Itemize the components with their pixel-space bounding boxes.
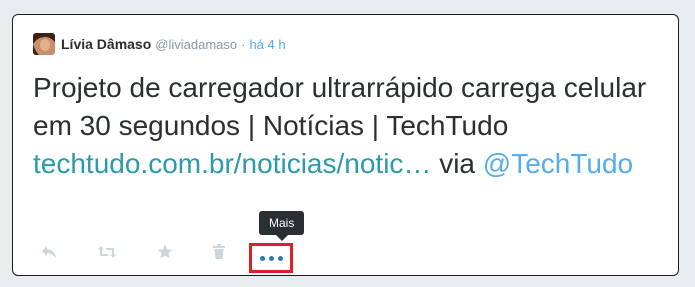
author-name[interactable]: Lívia Dâmaso — [61, 36, 151, 52]
author-handle[interactable]: @liviadamaso — [155, 37, 237, 52]
trash-icon — [213, 244, 225, 264]
tweet-body: Projeto de carregador ultrarrápido carre… — [33, 72, 647, 141]
more-tooltip: Mais — [259, 211, 305, 241]
more-button[interactable] — [249, 243, 293, 273]
favorite-button[interactable] — [151, 243, 179, 265]
delete-button[interactable] — [205, 243, 233, 265]
tweet-timestamp[interactable]: há 4 h — [249, 37, 285, 52]
via-text: via — [431, 148, 483, 179]
tweet-card: Lívia Dâmaso @liviadamaso · há 4 h Proje… — [12, 14, 679, 276]
star-icon — [157, 244, 173, 264]
mention-link[interactable]: @TechTudo — [483, 148, 633, 179]
reply-button[interactable] — [35, 243, 63, 265]
separator-dot: · — [241, 36, 246, 52]
reply-icon — [41, 245, 57, 264]
tweet-header: Lívia Dâmaso @liviadamaso · há 4 h — [33, 33, 286, 55]
tweet-link[interactable]: techtudo.com.br/noticias/notic… — [33, 148, 431, 179]
retweet-icon — [97, 245, 117, 264]
more-dots-icon — [259, 255, 283, 261]
retweet-button[interactable] — [93, 243, 121, 265]
tweet-text: Projeto de carregador ultrarrápido carre… — [33, 69, 663, 183]
avatar[interactable] — [33, 33, 55, 55]
